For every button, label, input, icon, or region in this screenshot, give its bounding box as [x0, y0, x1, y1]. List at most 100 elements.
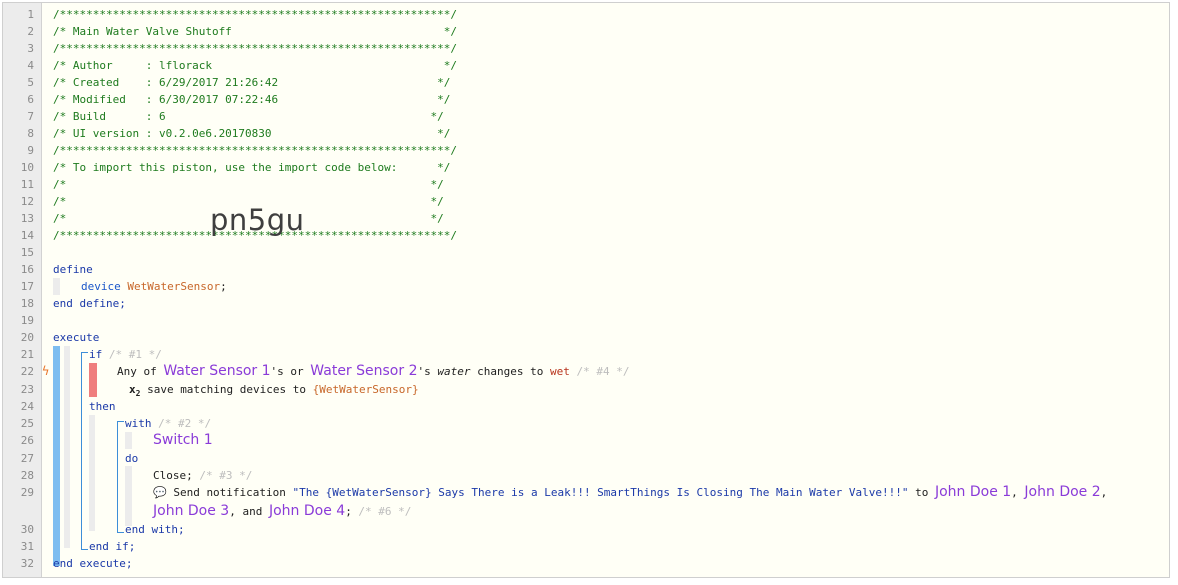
line-number: 32 — [20, 557, 34, 570]
comment-border-3: /***************************************… — [53, 144, 457, 157]
trigger-bolt-icon: ϟ — [42, 364, 50, 378]
line-number: 31 — [20, 540, 34, 553]
line-number: 8 — [27, 127, 34, 140]
device-keyword: device — [81, 280, 121, 293]
operator-changes-to: changes to — [470, 365, 550, 378]
condition-bar[interactable] — [89, 363, 97, 397]
recipient-john-doe-3[interactable]: John Doe 3 — [153, 503, 229, 519]
speech-bubble-icon: 💬 — [153, 486, 167, 499]
end-if-keyword: end if; — [89, 540, 136, 553]
comment-blank-1: /* */ — [53, 178, 444, 191]
do-indent-bar — [125, 466, 132, 526]
if-block-bracket — [81, 352, 88, 550]
comment-build: /* Build : 6 */ — [53, 110, 444, 123]
device-statement-bar[interactable] — [53, 278, 60, 295]
line-number: 5 — [27, 76, 34, 89]
if-id-comment: /* #1 */ — [108, 348, 162, 361]
recipient-john-doe-2[interactable]: John Doe 2 — [1024, 484, 1100, 500]
line-number: 22 — [20, 365, 34, 378]
comment-border-2: /***************************************… — [53, 42, 457, 55]
condition-line[interactable]: Any of Water Sensor 1's or Water Sensor … — [117, 363, 629, 380]
save-variable-x: x — [129, 383, 136, 396]
condition-prefix: Any of — [117, 365, 164, 378]
line-number: 26 — [20, 434, 34, 447]
line-number: 7 — [27, 110, 34, 123]
comment-border-top: /***************************************… — [53, 8, 457, 21]
with-block-bracket — [117, 421, 124, 533]
close-command: Close; — [153, 469, 193, 482]
condition-text-2: 's — [417, 365, 438, 378]
with-id-comment: /* #2 */ — [158, 417, 212, 430]
condition-text: 's or — [270, 365, 311, 378]
then-keyword: then — [89, 400, 116, 413]
comment-modified: /* Modified : 6/30/2017 07:22:46 */ — [53, 93, 451, 106]
recipient-john-doe-1[interactable]: John Doe 1 — [935, 484, 1011, 500]
with-keyword: with — [125, 417, 152, 430]
line-number: 25 — [20, 417, 34, 430]
close-id-comment: /* #3 */ — [192, 469, 253, 482]
condition-id-comment: /* #4 */ — [569, 365, 630, 378]
if-statement-bar[interactable] — [53, 346, 60, 566]
device-variable-name: WetWaterSensor — [127, 280, 221, 293]
import-code[interactable]: pn5gu — [210, 203, 305, 237]
line-number: 29 — [20, 486, 34, 499]
if-block-indent-bar — [64, 346, 70, 548]
save-matching-line[interactable]: x2 save matching devices to {WetWaterSen… — [129, 381, 419, 398]
save-matching-text: save matching devices to — [140, 383, 313, 396]
notification-id-comment: /* #6 */ — [351, 505, 412, 518]
notification-end: ; — [345, 505, 352, 518]
attribute-water: water — [437, 365, 471, 378]
send-notification-line-2[interactable]: John Doe 3, and John Doe 4; /* #6 */ — [153, 503, 411, 520]
end-with-keyword: end with; — [125, 523, 185, 536]
line-number: 2 — [27, 25, 34, 38]
device-declaration[interactable]: device WetWaterSensor; — [81, 278, 227, 295]
device-switch-bar — [125, 432, 132, 449]
semicolon: ; — [220, 280, 227, 293]
line-number: 27 — [20, 452, 34, 465]
device-water-sensor-2[interactable]: Water Sensor 2 — [310, 363, 417, 379]
with-indent-bar — [89, 415, 95, 531]
comment-created: /* Created : 6/29/2017 21:26:42 */ — [53, 76, 451, 89]
code-editor-panel: 1 2 3 4 5 6 7 8 9 10 11 12 13 14 15 16 17 18 19 20 21 22 23 24 2… — [2, 2, 1170, 578]
value-wet: wet — [549, 365, 570, 378]
line-number: 21 — [20, 348, 34, 361]
separator-2: , — [1100, 486, 1108, 499]
separator-1: , — [1011, 486, 1025, 499]
line-number: 6 — [27, 93, 34, 106]
line-number: 19 — [20, 314, 34, 327]
line-number: 28 — [20, 469, 34, 482]
line-number: 30 — [20, 523, 34, 536]
to-text: to — [908, 486, 935, 499]
save-variable-name: {WetWaterSensor} — [312, 383, 419, 396]
if-keyword: if — [89, 348, 103, 361]
switch-line[interactable]: Switch 1 — [153, 432, 213, 449]
line-number: 18 — [20, 297, 34, 310]
line-number: 4 — [27, 59, 34, 72]
line-number: 16 — [20, 263, 34, 276]
comment-ui-version: /* UI version : v0.2.0e6.20170830 */ — [53, 127, 451, 140]
device-switch-1[interactable]: Switch 1 — [153, 432, 213, 448]
with-line[interactable]: with /* #2 */ — [125, 415, 211, 432]
end-define-keyword: end define; — [53, 297, 126, 310]
close-command-line[interactable]: Close; /* #3 */ — [153, 467, 252, 484]
notification-message: "The {WetWaterSensor} Says There is a Le… — [292, 486, 909, 499]
line-number: 13 — [20, 212, 34, 225]
send-notification-line[interactable]: 💬 Send notification "The {WetWaterSensor… — [153, 484, 1107, 501]
line-number: 23 — [20, 383, 34, 396]
comment-title: /* Main Water Valve Shutoff */ — [53, 25, 457, 38]
line-number: 17 — [20, 280, 34, 293]
comment-author: /* Author : lflorack */ — [53, 59, 457, 72]
if-line[interactable]: if /* #1 */ — [89, 346, 162, 363]
define-keyword: define — [53, 263, 93, 276]
line-number-gutter: 1 2 3 4 5 6 7 8 9 10 11 12 13 14 15 16 17 18 19 20 21 22 23 24 2… — [3, 3, 42, 577]
recipient-john-doe-4[interactable]: John Doe 4 — [269, 503, 345, 519]
end-execute-keyword: end execute; — [53, 557, 133, 570]
line-number: 12 — [20, 195, 34, 208]
save-variable-icon: x2 — [129, 383, 140, 398]
do-keyword: do — [125, 452, 139, 465]
device-water-sensor-1[interactable]: Water Sensor 1 — [163, 363, 270, 379]
line-number: 11 — [20, 178, 34, 191]
line-number: 9 — [27, 144, 34, 157]
and-text: , and — [229, 505, 269, 518]
line-number: 3 — [27, 42, 34, 55]
